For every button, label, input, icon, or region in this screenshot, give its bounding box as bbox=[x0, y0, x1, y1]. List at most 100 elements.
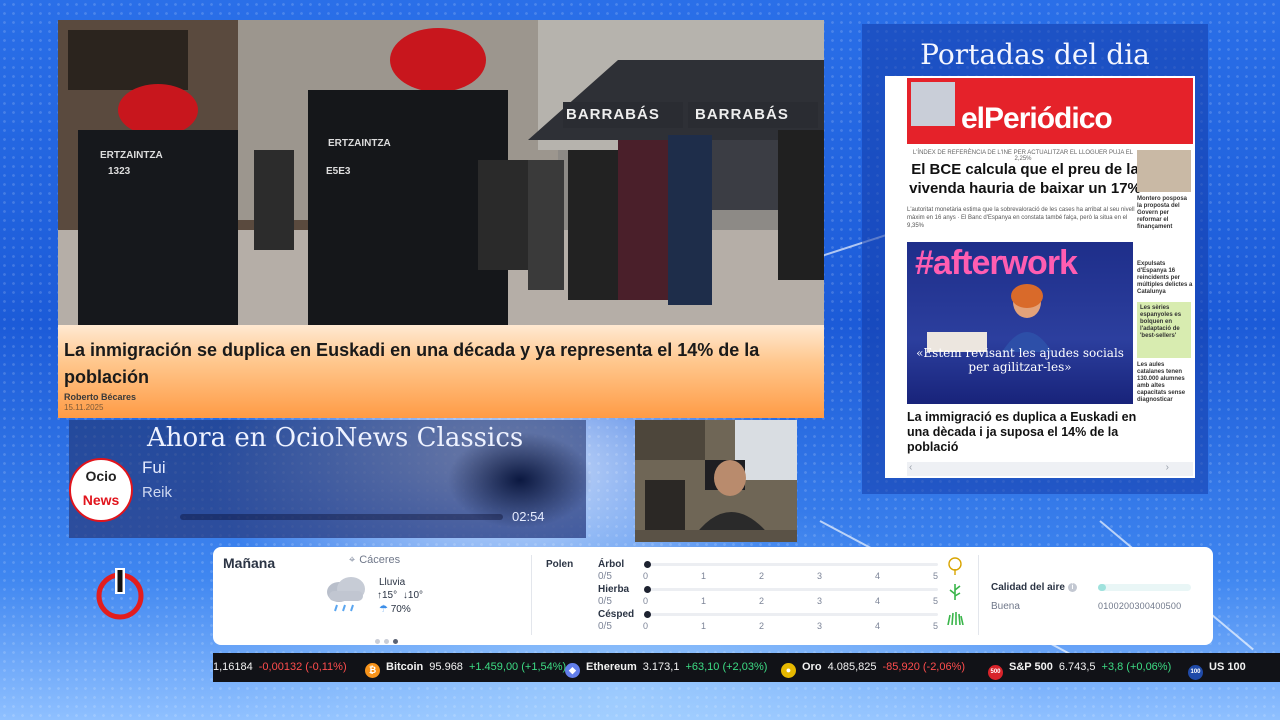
sp500-icon: 500 bbox=[988, 665, 1003, 680]
ticker-change: -85,920 (-2,06%) bbox=[882, 661, 966, 673]
ticker-change: +3,8 (+0,06%) bbox=[1101, 661, 1172, 673]
polen-track bbox=[646, 563, 938, 566]
ticker-name: Oro bbox=[802, 661, 822, 673]
ticker-item[interactable]: ● Oro 4.085,825 -85,920 (-2,06%) bbox=[781, 653, 965, 682]
air-quality-fill bbox=[1098, 584, 1106, 591]
news-headline[interactable]: La inmigración se duplica en Euskadi en … bbox=[64, 337, 816, 391]
logo-text-top: Ocio bbox=[85, 468, 117, 484]
ticker-price: 3.173,1 bbox=[642, 661, 680, 673]
air-quality-scale: 0100200300400500 bbox=[1098, 601, 1182, 611]
ticker-item[interactable]: ₿ Bitcoin 95.968 +1.459,00 (+1,54%) bbox=[365, 653, 566, 682]
front-page-nav: ‹ › bbox=[907, 462, 1193, 476]
ticker-item[interactable]: ◆ Ethereum 3.173,1 +63,10 (+2,03%) bbox=[565, 653, 767, 682]
rain-probability-value: 70% bbox=[390, 604, 411, 615]
polen-scale-tick: 0 bbox=[643, 571, 649, 581]
ticker-name: US 100 bbox=[1209, 661, 1246, 673]
polen-scale-tick: 3 bbox=[817, 571, 823, 581]
ticker-item[interactable]: 500 S&P 500 6.743,5 +3,8 (+0,06%) bbox=[988, 653, 1171, 682]
bar-sign: BARRABÁS bbox=[695, 106, 789, 123]
weather-day: Mañana bbox=[223, 555, 276, 571]
song-artist: Reik bbox=[142, 484, 173, 501]
market-ticker: 1,16184 -0,00132 (-0,11%) ₿ Bitcoin 95.968 +1… bbox=[213, 653, 1280, 682]
rain-probability: ☂ 70% bbox=[379, 604, 411, 615]
newspaper-side-column: Montero posposa la proposta del Govern p… bbox=[1137, 150, 1193, 410]
polen-value: 0/5 bbox=[598, 621, 612, 632]
side-photo bbox=[1137, 150, 1191, 192]
ticker-price: 1,16184 bbox=[213, 661, 253, 673]
masthead-photo bbox=[911, 82, 955, 126]
umbrella-icon: ☂ bbox=[379, 604, 388, 615]
polen-scale: 0 1 2 3 4 5 bbox=[643, 621, 943, 631]
polen-scale-tick: 1 bbox=[701, 621, 707, 631]
carousel-dots[interactable] bbox=[375, 631, 402, 649]
polen-scale-tick: 5 bbox=[933, 571, 939, 581]
polen-scale-tick: 4 bbox=[875, 596, 881, 606]
carousel-dot-active[interactable] bbox=[393, 639, 398, 644]
side-highlight-box: Les sèries espanyoles es bolquen en l'ad… bbox=[1137, 302, 1191, 358]
uniform-badge-id: E5E3 bbox=[326, 166, 351, 177]
newspaper-feature: #afterwork «Estem revisant les ajudes so… bbox=[907, 242, 1133, 404]
ethereum-icon: ◆ bbox=[565, 663, 580, 678]
polen-name: Hierba bbox=[598, 584, 630, 595]
feature-photo bbox=[927, 284, 1052, 352]
tree-icon bbox=[948, 557, 962, 575]
weather-location: ⌖ Cáceres bbox=[349, 554, 400, 567]
uniform-badge: ERTZAINTZA bbox=[100, 150, 163, 161]
side-headline: Les aules catalanes tenen 130.000 alumne… bbox=[1137, 362, 1186, 403]
feature-title: #afterwork bbox=[915, 244, 1078, 282]
bar-sign: BARRABÁS bbox=[566, 106, 660, 123]
air-quality-bar bbox=[1098, 584, 1191, 591]
bitcoin-icon: ₿ bbox=[365, 663, 380, 678]
polen-level-marker bbox=[644, 586, 651, 593]
portadas-title: Portadas del dia bbox=[920, 38, 1150, 71]
news-date: 15.11.2025 bbox=[64, 403, 104, 412]
carousel-dot[interactable] bbox=[375, 639, 380, 644]
polen-row-arbol: Árbol 0/5 0 1 2 3 4 5 bbox=[598, 557, 962, 585]
chevron-left-icon[interactable]: ‹ bbox=[909, 462, 912, 473]
ticker-item[interactable]: 100 US 100 bbox=[1188, 653, 1252, 682]
side-headline: Les sèries espanyoles es bolquen en l'ad… bbox=[1140, 305, 1182, 339]
polen-scale-tick: 4 bbox=[875, 621, 881, 631]
polen-row-cesped: Césped 0/5 0 1 2 3 4 5 bbox=[598, 609, 964, 635]
polen-track bbox=[646, 588, 938, 591]
ticker-name: S&P 500 bbox=[1009, 661, 1053, 673]
news-card[interactable]: BARRABÁS BARRABÁS ERTZAINTZA 1323 ERTZAI… bbox=[58, 20, 824, 418]
uniform-badge: ERTZAINTZA bbox=[328, 138, 391, 149]
info-icon[interactable]: i bbox=[1067, 583, 1077, 592]
polen-name: Césped bbox=[598, 609, 635, 620]
song-remaining-time: 02:54 bbox=[512, 509, 545, 524]
portadas-panel: Portadas del dia elPeriódico L'ÍNDEX DE … bbox=[862, 24, 1208, 494]
carousel-dot[interactable] bbox=[384, 639, 389, 644]
ticker-name: Ethereum bbox=[586, 661, 637, 673]
location-pin-icon: ⌖ bbox=[349, 554, 356, 566]
weather-temps: ↑15° ↓10° bbox=[377, 590, 423, 601]
weather-divider bbox=[978, 555, 979, 635]
ticker-item[interactable]: 1,16184 -0,00132 (-0,11%) bbox=[213, 653, 347, 682]
polen-scale-tick: 1 bbox=[701, 571, 707, 581]
polen-scale-tick: 3 bbox=[817, 621, 823, 631]
newspaper-front-page[interactable]: elPeriódico L'ÍNDEX DE REFERÈNCIA DE L'I… bbox=[885, 76, 1195, 478]
ticker-change: +63,10 (+2,03%) bbox=[685, 661, 768, 673]
webcam-feed bbox=[635, 420, 797, 542]
feature-quote: «Estem revisant les ajudes socials per a… bbox=[916, 346, 1124, 374]
side-headline: Expulsats d'Espanya 16 reincidents per m… bbox=[1137, 261, 1193, 295]
polen-scale-tick: 0 bbox=[643, 621, 649, 631]
polen-label: Polen bbox=[546, 559, 574, 570]
side-headline: Montero posposa la proposta del Govern p… bbox=[1137, 196, 1188, 230]
polen-scale-tick: 5 bbox=[933, 621, 939, 631]
polen-scale-tick: 2 bbox=[759, 571, 765, 581]
polen-scale-tick: 4 bbox=[875, 571, 881, 581]
power-icon[interactable] bbox=[94, 568, 146, 620]
weather-location-name: Cáceres bbox=[359, 554, 401, 566]
webcam-image bbox=[635, 420, 797, 542]
herb-icon bbox=[949, 584, 961, 600]
news-caption: La inmigración se duplica en Euskadi en … bbox=[58, 325, 824, 418]
news-author: Roberto Bécares bbox=[64, 392, 137, 402]
rain-cloud-icon bbox=[327, 577, 365, 612]
weather-condition: Lluvia bbox=[379, 577, 406, 588]
ticker-change: +1.459,00 (+1,54%) bbox=[468, 661, 567, 673]
now-playing-title: Ahora en OcioNews Classics bbox=[147, 423, 524, 453]
chevron-right-icon[interactable]: › bbox=[1166, 462, 1169, 473]
polen-level-marker bbox=[644, 561, 651, 568]
polen-level-marker bbox=[644, 611, 651, 618]
